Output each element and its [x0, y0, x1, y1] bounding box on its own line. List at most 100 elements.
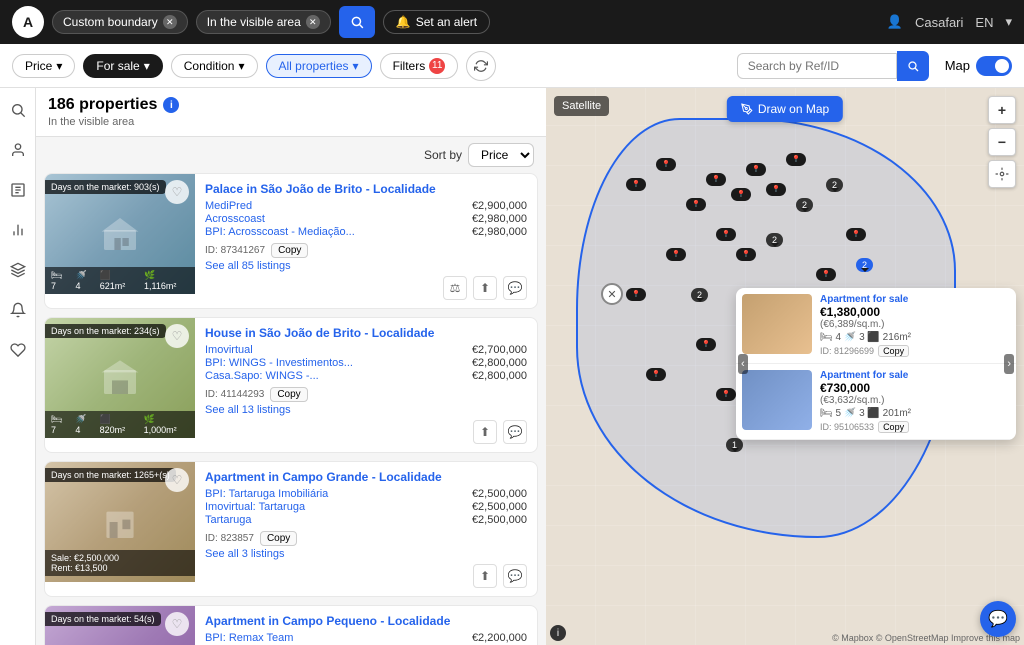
copy-id-button[interactable]: Copy [260, 531, 297, 546]
popup-prev-button[interactable]: ‹ [738, 354, 748, 374]
language-selector[interactable]: EN [975, 15, 993, 30]
popup-next-button[interactable]: › [1004, 354, 1014, 374]
message-button[interactable]: 💬 [503, 276, 527, 300]
listing-price: €2,500,000 [472, 488, 527, 500]
property-title[interactable]: Palace in São João de Brito - Localidade [205, 182, 527, 196]
sidebar-icon-bell[interactable] [4, 296, 32, 324]
remove-visible-area[interactable]: ✕ [306, 15, 320, 29]
listings-subtitle: In the visible area [48, 116, 534, 128]
map-pin[interactable]: 📍 [646, 368, 666, 381]
card-id-row: ID: 823857 Copy [205, 531, 527, 546]
info-button[interactable]: i [550, 625, 566, 641]
favorite-button[interactable]: ♡ [165, 180, 189, 204]
search-ref-button[interactable] [897, 51, 929, 81]
map-cluster-pin[interactable]: 2 [826, 178, 843, 192]
message-button[interactable]: 💬 [503, 420, 527, 444]
property-title[interactable]: House in São João de Brito - Localidade [205, 326, 527, 340]
agency-name[interactable]: MediPred [205, 200, 252, 212]
chevron-down-icon: ▾ [144, 59, 150, 73]
map-cluster-pin[interactable]: 2 [856, 258, 873, 272]
share-button[interactable]: ⬆ [473, 276, 497, 300]
all-properties-filter[interactable]: All properties ▾ [266, 54, 372, 78]
map-toggle-switch[interactable] [976, 56, 1012, 76]
favorite-button[interactable]: ♡ [165, 612, 189, 636]
see-listings-link[interactable]: See all 85 listings [205, 260, 527, 272]
agency-name[interactable]: BPI: WINGS - Investimentos... [205, 357, 353, 369]
search-ref-input[interactable] [737, 53, 897, 79]
refresh-button[interactable] [466, 51, 496, 81]
agency-name[interactable]: Tartaruga [205, 514, 251, 526]
agency-name[interactable]: Imovirtual [205, 344, 253, 356]
map-pin[interactable]: 📍 [716, 228, 736, 241]
sidebar-icon-chart[interactable] [4, 216, 32, 244]
map-pin[interactable]: 📍 [656, 158, 676, 171]
filters-button[interactable]: Filters 11 [380, 53, 459, 79]
search-button[interactable] [339, 6, 375, 38]
zoom-out-button[interactable]: − [988, 128, 1016, 156]
property-title[interactable]: Apartment in Campo Pequeno - Localidade [205, 614, 527, 628]
username: Casafari [915, 15, 963, 30]
map-pin[interactable]: 📍 [716, 388, 736, 401]
agency-name[interactable]: BPI: Tartaruga Imobiliária [205, 488, 328, 500]
map-pin[interactable]: 📍 [626, 288, 646, 301]
popup-copy-button[interactable]: Copy [878, 345, 909, 357]
map-pin[interactable]: 📍 [626, 178, 646, 191]
compare-button[interactable]: ⚖ [443, 276, 467, 300]
favorite-button[interactable]: ♡ [165, 324, 189, 348]
satellite-button[interactable]: Satellite [554, 96, 609, 116]
map-pin[interactable]: 📍 [736, 248, 756, 261]
agency-name[interactable]: BPI: Acrosscoast - Mediação... [205, 226, 355, 238]
map-pin[interactable]: 📍 [766, 183, 786, 196]
map-pin[interactable]: 📍 [666, 248, 686, 261]
map-cluster-pin[interactable]: 1 [726, 438, 743, 452]
draw-on-map-button[interactable]: Draw on Map [727, 96, 843, 122]
for-sale-filter[interactable]: For sale ▾ [83, 54, 162, 78]
map-pin[interactable]: 📍 [731, 188, 751, 201]
popup-copy-button[interactable]: Copy [878, 421, 909, 433]
sidebar-icon-person[interactable] [4, 136, 32, 164]
sidebar-icon-search[interactable] [4, 96, 32, 124]
map-pin[interactable]: 📍 [706, 173, 726, 186]
remove-custom-boundary[interactable]: ✕ [163, 15, 177, 29]
agency-name[interactable]: Imovirtual: Tartaruga [205, 501, 305, 513]
chat-button[interactable]: 💬 [980, 601, 1016, 637]
share-button[interactable]: ⬆ [473, 564, 497, 588]
price-filter[interactable]: Price ▾ [12, 54, 75, 78]
search-pill-custom[interactable]: Custom boundary ✕ [52, 10, 188, 34]
map-cluster-pin[interactable]: 2 [766, 233, 783, 247]
sidebar-icon-building[interactable] [4, 176, 32, 204]
favorite-button[interactable]: ♡ [165, 468, 189, 492]
sidebar-icon-heart[interactable] [4, 336, 32, 364]
see-listings-link[interactable]: See all 13 listings [205, 404, 527, 416]
agency-name[interactable]: Acrosscoast [205, 213, 265, 225]
info-icon[interactable]: i [163, 97, 179, 113]
close-boundary-button[interactable]: ✕ [601, 283, 623, 305]
map-pin[interactable]: 📍 [746, 163, 766, 176]
map-pin[interactable]: 📍 [816, 268, 836, 281]
sort-select[interactable]: Price [468, 143, 534, 167]
see-listings-link[interactable]: See all 3 listings [205, 548, 527, 560]
locate-button[interactable] [988, 160, 1016, 188]
agency-name[interactable]: BPI: Remax Team [205, 632, 293, 644]
map-pin[interactable]: 📍 [786, 153, 806, 166]
search-pill-visible[interactable]: In the visible area ✕ [196, 10, 331, 34]
map-pin[interactable]: 📍 [846, 228, 866, 241]
zoom-in-button[interactable]: + [988, 96, 1016, 124]
map-area[interactable]: Satellite Draw on Map ✕ 📍 📍 📍 📍 📍 📍 📍 📍 [546, 88, 1024, 645]
map-pin[interactable]: 📍 [686, 198, 706, 211]
map-cluster-pin[interactable]: 2 [796, 198, 813, 212]
bell-icon: 🔔 [396, 15, 411, 29]
card-actions: ⬆ 💬 [205, 560, 527, 588]
message-button[interactable]: 💬 [503, 564, 527, 588]
share-button[interactable]: ⬆ [473, 420, 497, 444]
property-title[interactable]: Apartment in Campo Grande - Localidade [205, 470, 527, 484]
map-toggle-container: Map [945, 56, 1012, 76]
copy-id-button[interactable]: Copy [270, 387, 307, 402]
map-cluster-pin[interactable]: 2 [691, 288, 708, 302]
agency-name[interactable]: Casa.Sapo: WINGS -... [205, 370, 319, 382]
map-pin[interactable]: 📍 [696, 338, 716, 351]
sidebar-icon-layers[interactable] [4, 256, 32, 284]
set-alert-button[interactable]: 🔔 Set an alert [383, 10, 490, 34]
condition-filter[interactable]: Condition ▾ [171, 54, 258, 78]
copy-id-button[interactable]: Copy [271, 243, 308, 258]
